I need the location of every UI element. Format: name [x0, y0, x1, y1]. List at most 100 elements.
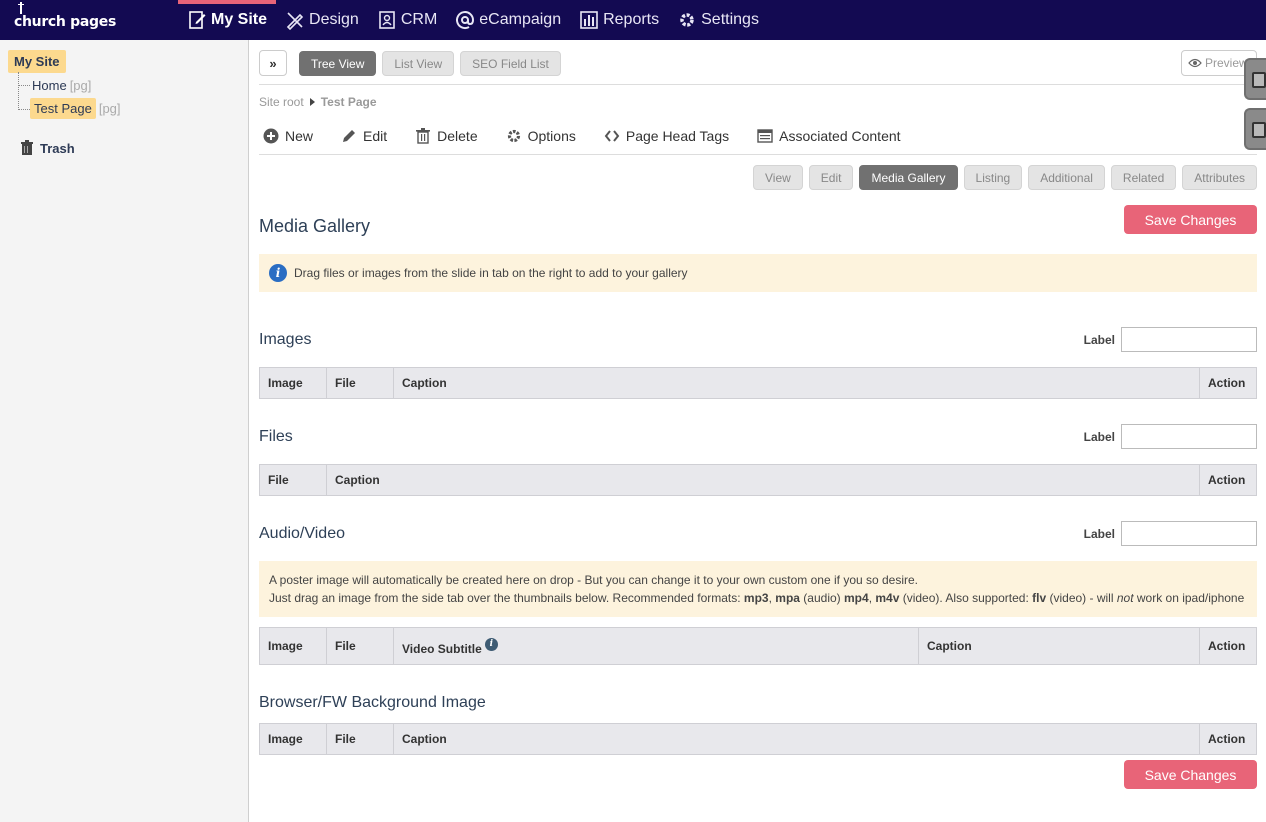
- tree-root-my-site[interactable]: My Site: [8, 50, 66, 73]
- pencil-ruler-icon: [285, 10, 305, 31]
- gear-icon: [507, 129, 520, 143]
- files-label-input[interactable]: [1121, 424, 1257, 449]
- at-sign-icon: [455, 10, 475, 30]
- images-label-input[interactable]: [1121, 327, 1257, 352]
- site-tree-sidebar: My Site Home [pg] Test Page [pg] Trash: [0, 40, 249, 822]
- bg-table-header: Image File Caption Action: [259, 723, 1257, 755]
- av-label-input[interactable]: [1121, 521, 1257, 546]
- page-subtabs: View Edit Media Gallery Listing Addition…: [753, 165, 1257, 190]
- nav-reports[interactable]: Reports: [570, 0, 668, 40]
- breadcrumb-site-root[interactable]: Site root: [259, 95, 304, 109]
- slide-in-tab-files[interactable]: [1244, 108, 1266, 150]
- tree-node-home[interactable]: Home [pg]: [32, 78, 91, 93]
- edit-button[interactable]: Edit: [341, 128, 387, 144]
- nav-my-site[interactable]: My Site: [178, 0, 277, 40]
- images-table-header: Image File Caption Action: [259, 367, 1257, 399]
- av-note-line-2: Just drag an image from the side tab ove…: [269, 591, 1245, 605]
- subtab-listing[interactable]: Listing: [963, 165, 1023, 190]
- eye-icon: [1188, 58, 1202, 68]
- breadcrumb-arrow-icon: [309, 98, 315, 106]
- breadcrumb: Site root Test Page: [259, 95, 377, 109]
- plus-circle-icon: [263, 128, 279, 144]
- view-tabs: Tree View List View SEO Field List: [299, 51, 561, 76]
- tree-connector: [18, 72, 19, 110]
- subtab-related[interactable]: Related: [1110, 165, 1177, 190]
- av-table-header: Image File Video Subtitle i Caption Actio…: [259, 627, 1257, 665]
- nav-design[interactable]: Design: [276, 0, 368, 40]
- col-image: Image: [260, 628, 327, 664]
- delete-button[interactable]: Delete: [415, 128, 478, 144]
- divider: [259, 154, 1257, 155]
- col-action: Action: [1208, 376, 1246, 390]
- tree-node-trash[interactable]: Trash: [20, 140, 75, 156]
- slide-in-tab-contacts[interactable]: [1244, 58, 1266, 100]
- tab-tree-view[interactable]: Tree View: [299, 51, 377, 76]
- av-label-group: Label: [1084, 521, 1257, 546]
- col-action: Action: [1208, 732, 1246, 746]
- col-file: File: [260, 465, 327, 495]
- tab-list-view[interactable]: List View: [382, 51, 455, 76]
- top-navigation-bar: church pages My Site Design CRM eCampaig…: [0, 0, 1266, 40]
- church-spire-icon: [18, 2, 24, 14]
- images-section-title: Images: [259, 331, 312, 348]
- main-nav: My Site Design CRM eCampaign Reports Set…: [178, 0, 768, 40]
- subtab-media-gallery[interactable]: Media Gallery: [859, 165, 958, 190]
- pencil-icon: [343, 130, 356, 142]
- page-toolbar: New Edit Delete Options Page Head Tags A…: [263, 128, 929, 144]
- tab-seo-field-list[interactable]: SEO Field List: [460, 51, 561, 76]
- double-chevron-right-icon: »: [269, 55, 277, 71]
- subtab-view[interactable]: View: [753, 165, 803, 190]
- tree-connector: [18, 85, 30, 86]
- col-file: File: [327, 724, 394, 754]
- save-changes-button-bottom[interactable]: Save Changes: [1124, 760, 1257, 789]
- bar-chart-icon: [579, 10, 599, 30]
- trash-icon: [416, 128, 431, 144]
- nav-settings[interactable]: Settings: [668, 0, 768, 40]
- images-label-group: Label: [1084, 327, 1257, 352]
- subtab-edit[interactable]: Edit: [808, 165, 854, 190]
- av-info-notice: A poster image will automatically be cre…: [259, 561, 1257, 617]
- col-image: Image: [260, 724, 327, 754]
- save-changes-button[interactable]: Save Changes: [1124, 205, 1257, 234]
- file-icon: [1252, 122, 1266, 138]
- audio-video-section-title: Audio/Video: [259, 525, 345, 542]
- divider: [259, 84, 1257, 85]
- col-action: Action: [1208, 473, 1246, 487]
- col-caption: Caption: [394, 724, 1200, 754]
- trash-can-icon: [21, 140, 33, 155]
- page-edit-icon: [187, 10, 207, 30]
- page-head-tags-button[interactable]: Page Head Tags: [604, 128, 729, 144]
- church-pages-logo[interactable]: church pages: [14, 2, 116, 30]
- background-image-section-title: Browser/FW Background Image: [259, 694, 486, 711]
- gear-icon: [677, 10, 697, 30]
- col-video-subtitle: Video Subtitle i: [394, 628, 919, 664]
- options-button[interactable]: Options: [506, 128, 576, 144]
- tree-connector: [18, 109, 30, 110]
- info-icon[interactable]: i: [484, 637, 498, 651]
- files-section-title: Files: [259, 428, 293, 445]
- col-file: File: [327, 368, 394, 398]
- breadcrumb-current: Test Page: [320, 95, 377, 109]
- code-brackets-icon: [604, 130, 620, 142]
- av-note-line-1: A poster image will automatically be cre…: [269, 573, 919, 587]
- subtab-attributes[interactable]: Attributes: [1182, 165, 1257, 190]
- contact-card-icon: [1252, 72, 1266, 88]
- expand-sidebar-button[interactable]: »: [259, 50, 287, 76]
- gallery-info-notice: i Drag files or images from the slide in…: [259, 254, 1257, 292]
- nav-ecampaign[interactable]: eCampaign: [446, 0, 570, 40]
- new-button[interactable]: New: [263, 128, 313, 144]
- col-caption: Caption: [394, 368, 1200, 398]
- address-book-icon: [377, 10, 397, 30]
- files-table-header: File Caption Action: [259, 464, 1257, 496]
- col-caption: Caption: [327, 465, 1200, 495]
- info-icon: i: [269, 264, 287, 282]
- col-file: File: [327, 628, 394, 664]
- nav-crm[interactable]: CRM: [368, 0, 446, 40]
- col-action: Action: [1208, 639, 1246, 653]
- associated-content-button[interactable]: Associated Content: [757, 128, 901, 144]
- page-title: Media Gallery: [259, 216, 371, 236]
- col-caption: Caption: [919, 628, 1200, 664]
- subtab-additional[interactable]: Additional: [1028, 165, 1105, 190]
- files-label-group: Label: [1084, 424, 1257, 449]
- tree-node-test-page[interactable]: Test Page [pg]: [30, 98, 121, 119]
